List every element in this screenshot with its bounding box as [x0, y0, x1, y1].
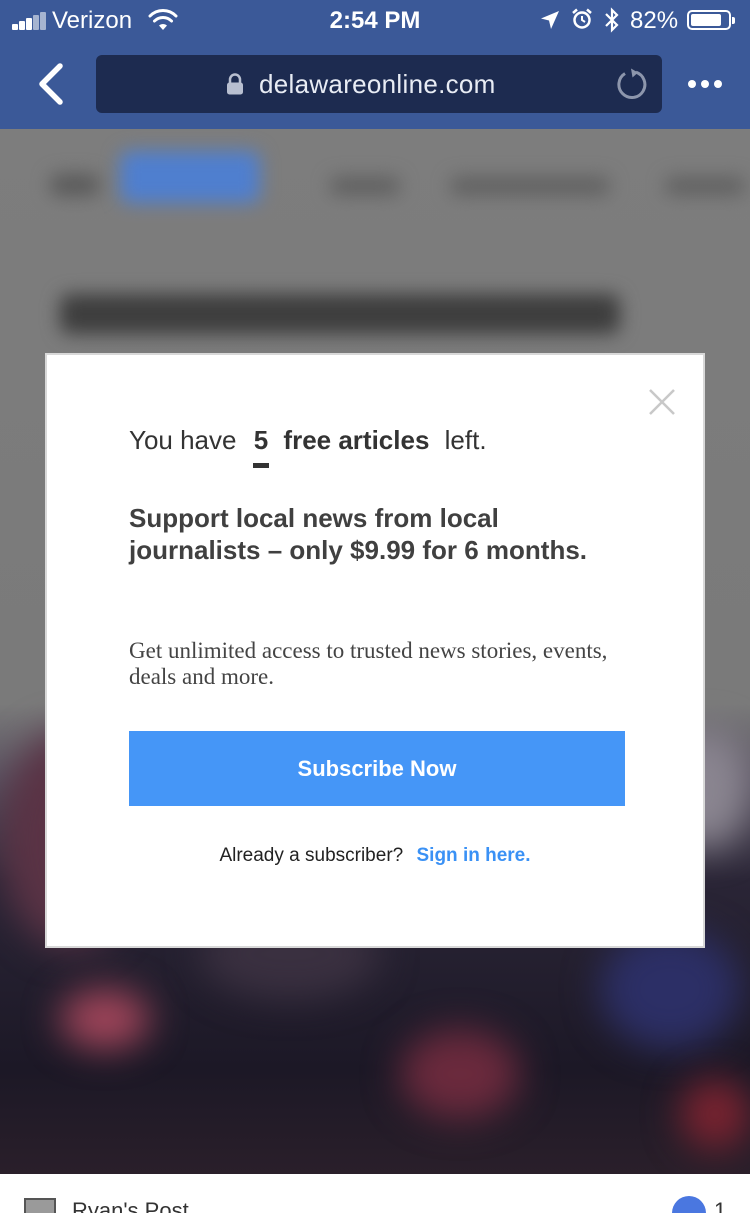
- close-icon[interactable]: [647, 387, 677, 417]
- battery-percentage: 82%: [630, 7, 679, 34]
- lock-icon: [227, 73, 243, 95]
- address-bar[interactable]: delawareonline.com: [96, 55, 662, 113]
- location-icon: [541, 11, 559, 29]
- bottom-post-bar: Ryan's Post 1: [0, 1174, 750, 1213]
- bluetooth-icon: [605, 7, 619, 33]
- articles-remaining-message: You have 5 free articles left.: [129, 425, 487, 468]
- headline-bold-text: free articles: [283, 425, 430, 455]
- benefits-text: Get unlimited access to trusted news sto…: [129, 638, 608, 689]
- back-icon[interactable]: [30, 60, 74, 108]
- headline-prefix: You have: [129, 425, 237, 455]
- more-options-button[interactable]: [680, 70, 730, 100]
- like-count: 1: [714, 1198, 727, 1213]
- url-text: delawareonline.com: [259, 69, 496, 99]
- battery-fill: [691, 14, 721, 26]
- status-bar: Verizon 2:54 PM 82%: [0, 0, 750, 40]
- avatar[interactable]: [24, 1198, 56, 1213]
- articles-count: 5: [252, 425, 270, 468]
- alarm-icon: [572, 8, 592, 29]
- browser-chrome: Verizon 2:54 PM 82% delawareonline.com: [0, 0, 750, 129]
- sign-in-link[interactable]: Sign in here.: [417, 845, 531, 866]
- paywall-modal: You have 5 free articles left. Support l…: [45, 353, 705, 948]
- reload-icon[interactable]: [614, 66, 650, 102]
- post-title[interactable]: Ryan's Post: [72, 1198, 189, 1213]
- subscribe-now-button[interactable]: Subscribe Now: [129, 731, 625, 806]
- subscription-pitch: Support local news from local journalist…: [129, 503, 588, 565]
- headline-suffix: left.: [444, 425, 487, 455]
- battery-icon: [687, 10, 735, 30]
- signin-row: Already a subscriber? Sign in here.: [47, 845, 703, 867]
- like-icon[interactable]: [672, 1196, 706, 1213]
- already-subscriber-text: Already a subscriber?: [219, 845, 404, 866]
